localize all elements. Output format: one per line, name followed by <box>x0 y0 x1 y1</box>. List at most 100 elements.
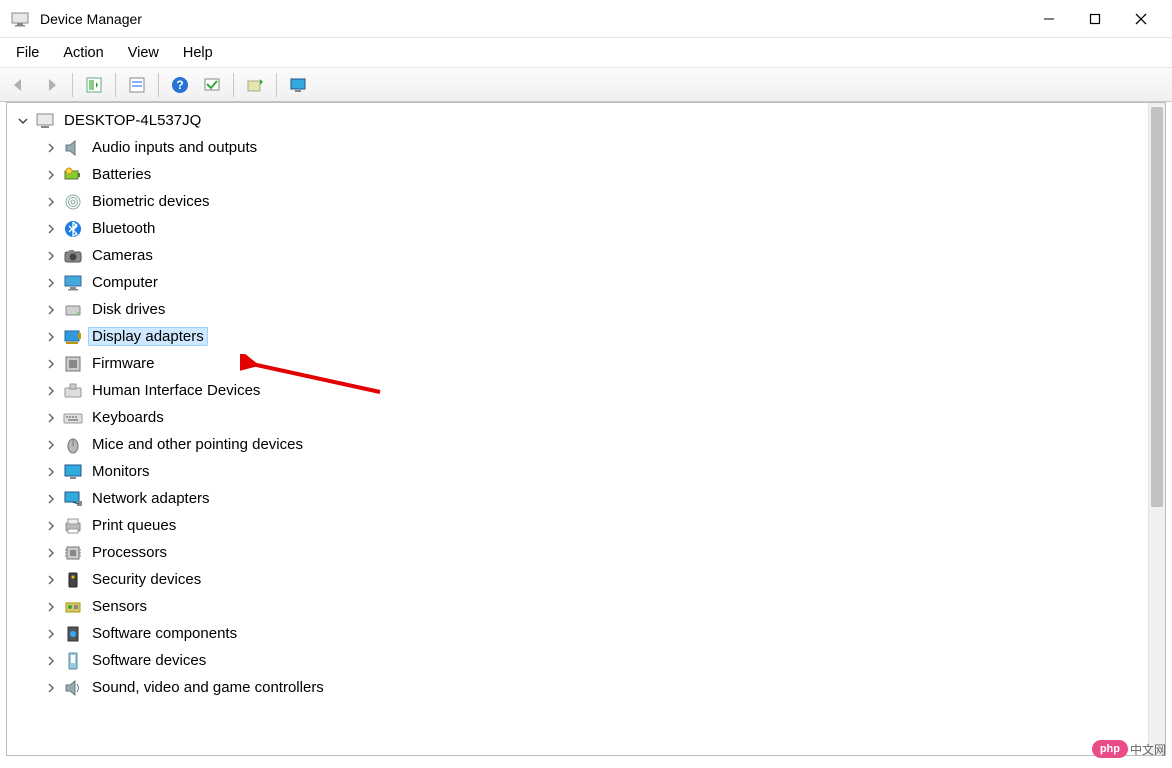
software-component-icon <box>63 624 83 644</box>
tree-item[interactable]: Human Interface Devices <box>11 377 1165 404</box>
chevron-right-icon[interactable] <box>44 249 58 263</box>
watermark: php 中文网 <box>1092 740 1166 758</box>
chevron-right-icon[interactable] <box>44 681 58 695</box>
chevron-right-icon[interactable] <box>44 357 58 371</box>
tree-item[interactable]: Disk drives <box>11 296 1165 323</box>
chevron-right-icon[interactable] <box>44 222 58 236</box>
chevron-right-icon[interactable] <box>44 438 58 452</box>
tree-item[interactable]: Display adapters <box>11 323 1165 350</box>
camera-icon <box>63 246 83 266</box>
chevron-right-icon[interactable] <box>44 627 58 641</box>
tree-item[interactable]: Keyboards <box>11 404 1165 431</box>
chevron-right-icon[interactable] <box>44 384 58 398</box>
toolbar-update-driver-button[interactable] <box>242 72 268 98</box>
minimize-button[interactable] <box>1026 3 1072 35</box>
tree-item-label: Mice and other pointing devices <box>88 435 307 454</box>
sound-icon <box>63 678 83 698</box>
toolbar-back-button[interactable] <box>6 72 32 98</box>
menu-view[interactable]: View <box>118 41 169 65</box>
scrollbar-thumb[interactable] <box>1151 107 1163 507</box>
tree-item[interactable]: Monitors <box>11 458 1165 485</box>
tree-item[interactable]: Mice and other pointing devices <box>11 431 1165 458</box>
tree-root-label: DESKTOP-4L537JQ <box>60 111 205 130</box>
processor-icon <box>63 543 83 563</box>
hid-icon <box>63 381 83 401</box>
chevron-right-icon[interactable] <box>44 600 58 614</box>
toolbar-separator <box>158 73 159 97</box>
tree-item[interactable]: Bluetooth <box>11 215 1165 242</box>
tree-item[interactable]: Computer <box>11 269 1165 296</box>
toolbar-remote-button[interactable] <box>285 72 311 98</box>
tree-root[interactable]: DESKTOP-4L537JQ <box>11 107 1165 134</box>
close-button[interactable] <box>1118 3 1164 35</box>
tree-item[interactable]: Security devices <box>11 566 1165 593</box>
vertical-scrollbar[interactable] <box>1148 103 1165 755</box>
menu-file[interactable]: File <box>6 41 49 65</box>
chevron-right-icon[interactable] <box>44 492 58 506</box>
chevron-right-icon[interactable] <box>44 141 58 155</box>
tree-item-label: Sensors <box>88 597 151 616</box>
window-title: Device Manager <box>40 11 142 27</box>
tree-item-label: Disk drives <box>88 300 169 319</box>
tree-item-label: Software components <box>88 624 241 643</box>
disk-icon <box>63 300 83 320</box>
toolbar-help-button[interactable]: ? <box>167 72 193 98</box>
tree-item-label: Keyboards <box>88 408 168 427</box>
battery-icon <box>63 165 83 185</box>
security-icon <box>63 570 83 590</box>
chevron-right-icon[interactable] <box>44 195 58 209</box>
toolbar-forward-button[interactable] <box>38 72 64 98</box>
chevron-down-icon[interactable] <box>16 114 30 128</box>
tree-item-label: Firmware <box>88 354 159 373</box>
tree-item[interactable]: Firmware <box>11 350 1165 377</box>
app-icon <box>10 9 30 29</box>
chevron-right-icon[interactable] <box>44 546 58 560</box>
tree-item[interactable]: Network adapters <box>11 485 1165 512</box>
tree-item-label: Human Interface Devices <box>88 381 264 400</box>
tree-item-label: Sound, video and game controllers <box>88 678 328 697</box>
mouse-icon <box>63 435 83 455</box>
window-controls <box>1026 3 1164 35</box>
speaker-icon <box>63 138 83 158</box>
toolbar: ? <box>0 68 1172 102</box>
chevron-right-icon[interactable] <box>44 276 58 290</box>
maximize-button[interactable] <box>1072 3 1118 35</box>
tree-item[interactable]: Sound, video and game controllers <box>11 674 1165 701</box>
firmware-icon <box>63 354 83 374</box>
tree-item[interactable]: Processors <box>11 539 1165 566</box>
tree-item-label: Biometric devices <box>88 192 214 211</box>
tree-item[interactable]: Biometric devices <box>11 188 1165 215</box>
tree-item[interactable]: Sensors <box>11 593 1165 620</box>
chevron-right-icon[interactable] <box>44 330 58 344</box>
svg-text:?: ? <box>176 78 183 92</box>
toolbar-properties-button[interactable] <box>81 72 107 98</box>
chevron-right-icon[interactable] <box>44 465 58 479</box>
tree-item-label: Security devices <box>88 570 205 589</box>
toolbar-show-hidden-button[interactable] <box>124 72 150 98</box>
titlebar: Device Manager <box>0 0 1172 38</box>
chevron-right-icon[interactable] <box>44 519 58 533</box>
network-icon <box>63 489 83 509</box>
tree-item-label: Audio inputs and outputs <box>88 138 261 157</box>
tree-item[interactable]: Audio inputs and outputs <box>11 134 1165 161</box>
chevron-right-icon[interactable] <box>44 168 58 182</box>
tree-item[interactable]: Print queues <box>11 512 1165 539</box>
tree-item[interactable]: Cameras <box>11 242 1165 269</box>
tree-item-label: Software devices <box>88 651 210 670</box>
chevron-right-icon[interactable] <box>44 573 58 587</box>
chevron-right-icon[interactable] <box>44 411 58 425</box>
toolbar-scan-button[interactable] <box>199 72 225 98</box>
chevron-right-icon[interactable] <box>44 654 58 668</box>
toolbar-separator <box>233 73 234 97</box>
tree-item[interactable]: Batteries <box>11 161 1165 188</box>
menu-help[interactable]: Help <box>173 41 223 65</box>
chevron-right-icon[interactable] <box>44 303 58 317</box>
menu-action[interactable]: Action <box>53 41 113 65</box>
tree-item-label: Processors <box>88 543 171 562</box>
tree-item[interactable]: Software devices <box>11 647 1165 674</box>
content-area: DESKTOP-4L537JQ Audio inputs and outputs… <box>6 102 1166 756</box>
tree-item-label: Bluetooth <box>88 219 159 238</box>
tree-item[interactable]: Software components <box>11 620 1165 647</box>
sensor-icon <box>63 597 83 617</box>
monitor-icon <box>63 462 83 482</box>
